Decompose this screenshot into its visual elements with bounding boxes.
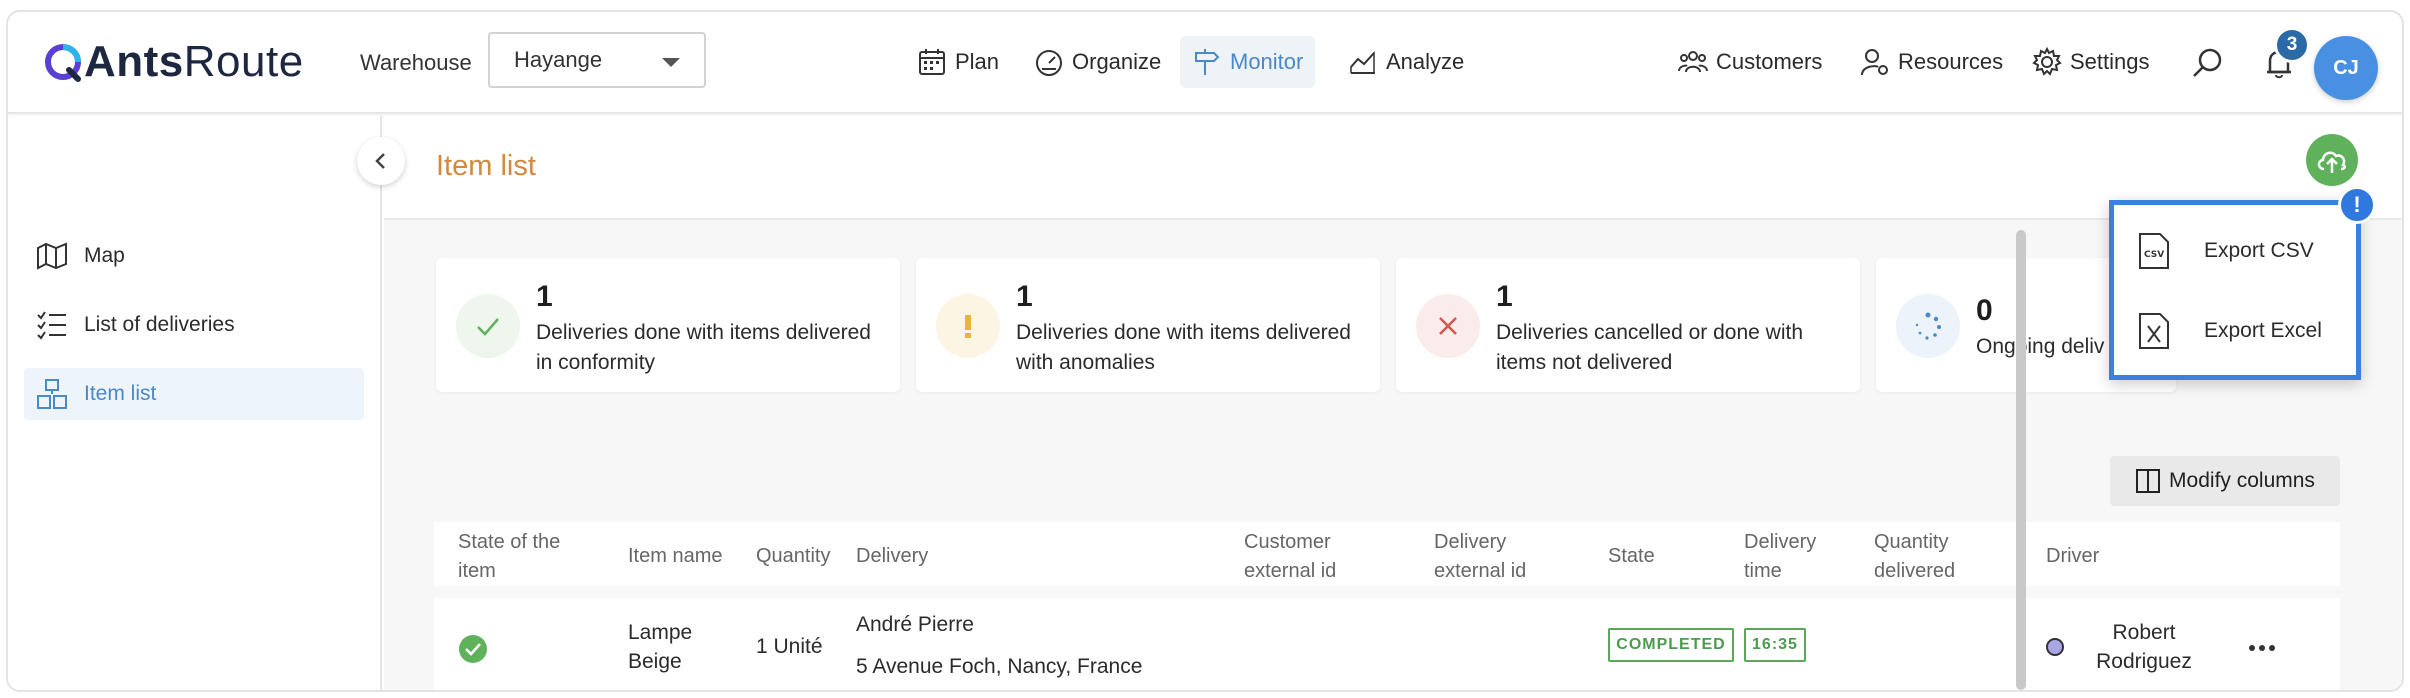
sidebar-item-map[interactable]: Map [24, 230, 364, 282]
nav-plan[interactable]: Plan [905, 36, 1011, 88]
export-csv-label: Export CSV [2204, 239, 2314, 262]
stat-text: Deliveries done with items delivered wit… [1016, 321, 1351, 374]
excel-file-icon [2139, 313, 2169, 349]
main-content: Item list 1 Deliveries done with items d… [384, 116, 2402, 690]
modify-columns-button[interactable]: Modify columns [2110, 456, 2340, 506]
page-header: Item list [384, 116, 2402, 220]
nav-customers[interactable]: Customers [1666, 36, 1834, 88]
nav-customers-label: Customers [1716, 49, 1823, 74]
export-excel-label: Export Excel [2204, 319, 2322, 342]
calendar-icon [919, 49, 945, 75]
gear-icon [2032, 47, 2062, 76]
gauge-icon [1036, 50, 1062, 76]
page-title: Item list [436, 150, 536, 182]
stat-text: Deliveries cancelled or done with items … [1496, 321, 1803, 374]
alert-badge: ! [2338, 186, 2376, 224]
stat-count: 1 [536, 280, 553, 313]
nav-settings-label: Settings [2070, 49, 2150, 74]
nav-analyze-label: Analyze [1386, 49, 1465, 74]
warehouse-label: Warehouse [360, 50, 472, 75]
modify-columns-label: Modify columns [2169, 469, 2315, 492]
col-header-delivery-time[interactable]: Delivery time [1744, 528, 1834, 586]
x-icon [1416, 294, 1480, 358]
stat-card-conformity: 1 Deliveries done with items delivered i… [436, 258, 900, 392]
nav-monitor-label: Monitor [1230, 49, 1304, 74]
item-name: Lampe Beige [628, 621, 693, 673]
chart-icon [1350, 51, 1375, 74]
stat-count: 1 [1016, 280, 1033, 313]
delivery-time-badge: 16:35 [1744, 628, 1806, 662]
check-circle-icon [459, 635, 487, 663]
stat-card-not-delivered: 1 Deliveries cancelled or done with item… [1396, 258, 1860, 392]
export-csv-item[interactable]: CSV Export CSV [2138, 221, 2348, 281]
stat-count: 0 [1976, 294, 1993, 327]
export-button[interactable] [2306, 134, 2358, 186]
checklist-icon [37, 311, 66, 340]
csv-file-icon: CSV [2139, 233, 2169, 269]
col-header-state-of-item[interactable]: State of the item [458, 528, 598, 586]
driver-color-dot [2046, 638, 2064, 656]
warehouse-select[interactable]: Hayange [488, 32, 706, 88]
signpost-icon [1195, 49, 1220, 75]
boxes-icon [37, 379, 67, 409]
col-header-delivery[interactable]: Delivery [856, 542, 928, 571]
sidebar-item-label: List of deliveries [84, 313, 235, 336]
users-icon [1678, 51, 1708, 73]
col-header-customer-external-id[interactable]: Customer external id [1244, 528, 1354, 586]
driver-name: Robert Rodriguez [2096, 621, 2192, 673]
exclamation-icon [936, 294, 1000, 358]
col-header-quantity-delivered[interactable]: Quantity delivered [1874, 528, 1974, 586]
svg-text:CSV: CSV [2144, 250, 2164, 260]
user-gear-icon [1861, 49, 1888, 76]
sidebar-collapse-button[interactable] [357, 137, 405, 185]
nav-monitor[interactable]: Monitor [1180, 36, 1316, 88]
nav-resources-label: Resources [1898, 49, 2004, 74]
nav-plan-label: Plan [955, 49, 1000, 74]
delivery-name[interactable]: André Pierre [856, 610, 974, 639]
sidebar-item-label: Map [84, 244, 125, 267]
export-menu: CSV Export CSV Export Excel [2109, 200, 2361, 380]
export-excel-item[interactable]: Export Excel [2138, 301, 2348, 361]
stat-text: Deliveries done with items delivered in … [536, 321, 871, 374]
avatar[interactable]: CJ [2314, 36, 2378, 100]
stat-card-anomalies: 1 Deliveries done with items delivered w… [916, 258, 1380, 392]
col-header-state[interactable]: State [1608, 542, 1655, 571]
col-header-driver[interactable]: Driver [2046, 542, 2099, 571]
scrollbar[interactable] [2016, 230, 2026, 690]
sidebar-item-list-of-deliveries[interactable]: List of deliveries [24, 299, 364, 351]
check-icon [456, 294, 520, 358]
nav-resources[interactable]: Resources [1848, 36, 2015, 88]
warehouse-value: Hayange [514, 47, 603, 72]
nav-organize[interactable]: Organize [1022, 36, 1173, 88]
stat-count: 1 [1496, 280, 1513, 313]
map-icon [37, 242, 67, 270]
status-badge: COMPLETED [1608, 628, 1734, 662]
logo-icon [45, 44, 81, 82]
nav-organize-label: Organize [1072, 49, 1162, 74]
cloud-upload-icon [2317, 151, 2346, 173]
notification-badge: 3 [2274, 27, 2310, 63]
sidebar: Map List of deliveries Item list [8, 116, 382, 690]
col-header-quantity[interactable]: Quantity [756, 542, 830, 571]
sidebar-item-item-list[interactable]: Item list [24, 368, 364, 420]
col-header-delivery-external-id[interactable]: Delivery external id [1434, 528, 1544, 586]
search-icon[interactable] [2190, 46, 2224, 80]
more-options-icon[interactable] [2248, 644, 2276, 652]
delivery-address: 5 Avenue Foch, Nancy, France [856, 655, 1143, 678]
sidebar-item-label: Item list [84, 382, 157, 405]
logo-text: AntsRoute [84, 37, 304, 86]
item-quantity: 1 Unité [756, 635, 823, 658]
nav-settings[interactable]: Settings [2020, 36, 2162, 88]
top-bar: AntsRoute Warehouse Hayange Plan Organiz… [8, 12, 2402, 114]
table-row[interactable]: Lampe Beige 1 Unité André Pierre 5 Avenu… [434, 598, 2340, 690]
app-window: AntsRoute Warehouse Hayange Plan Organiz… [6, 10, 2404, 692]
columns-icon [2136, 469, 2161, 493]
spinner-icon [1896, 294, 1960, 358]
chevron-down-icon [662, 58, 680, 67]
table-header: State of the item Item name Quantity Del… [434, 522, 2340, 586]
col-header-item-name[interactable]: Item name [628, 542, 722, 571]
chevron-left-icon [375, 153, 385, 169]
nav-analyze[interactable]: Analyze [1336, 36, 1476, 88]
app-logo[interactable]: AntsRoute [42, 37, 304, 87]
